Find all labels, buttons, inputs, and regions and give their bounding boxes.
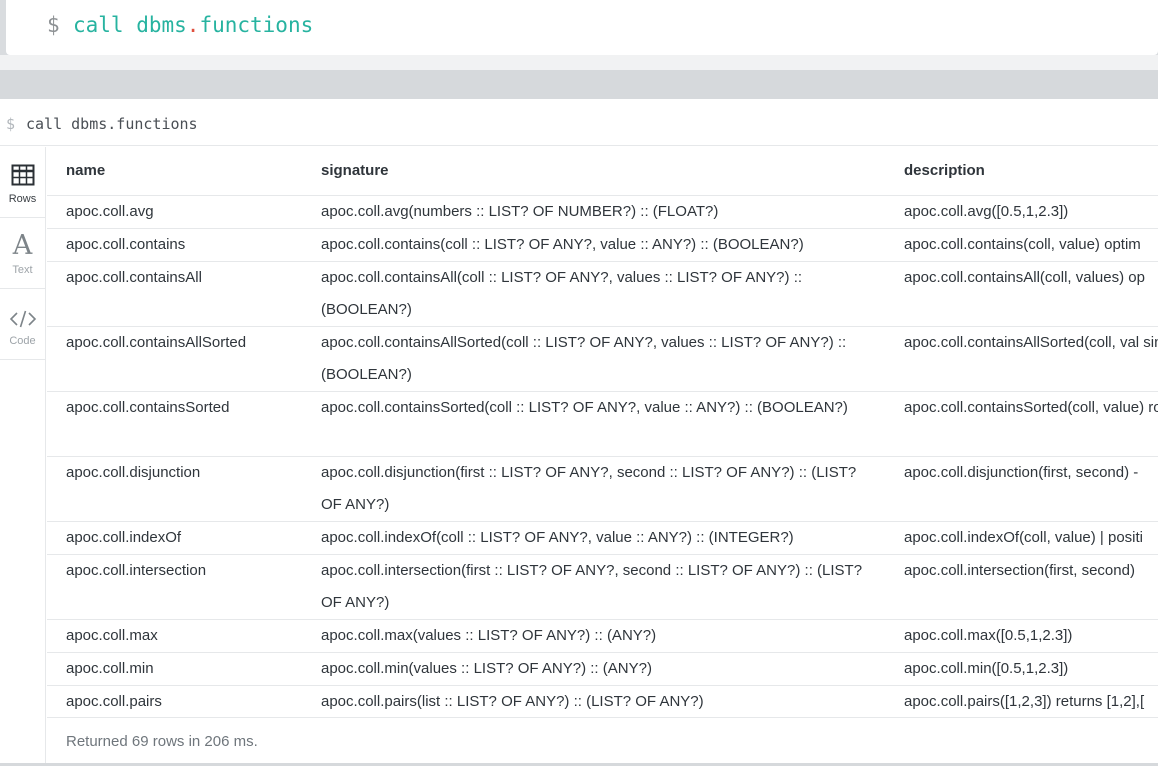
cell-signature: apoc.coll.containsAll(coll :: LIST? OF A… [302, 261, 885, 327]
table-row: apoc.coll.min apoc.coll.min(values :: LI… [47, 652, 1158, 686]
view-sidebar: Rows A Text Code [0, 147, 46, 766]
table-row: apoc.coll.contains apoc.coll.contains(co… [47, 228, 1158, 262]
results-table-container[interactable]: name signature description apoc.coll.avg… [47, 147, 1158, 717]
cell-signature: apoc.coll.containsSorted(coll :: LIST? O… [302, 391, 885, 457]
editor-command-dot: . [186, 13, 200, 37]
cell-signature: apoc.coll.min(values :: LIST? OF ANY?) :… [302, 652, 885, 686]
cell-name: apoc.coll.disjunction [47, 456, 302, 522]
table-row: apoc.coll.pairs apoc.coll.pairs(list :: … [47, 685, 1158, 717]
tab-text-label: Text [12, 264, 33, 276]
editor-command[interactable]: call dbms.functions [73, 13, 313, 37]
cell-description: apoc.coll.disjunction(first, second) - [885, 456, 1158, 522]
table-row: apoc.coll.disjunction apoc.coll.disjunct… [47, 456, 1158, 522]
table-row: apoc.coll.containsAllSorted apoc.coll.co… [47, 326, 1158, 392]
cell-description: apoc.coll.max([0.5,1,2.3]) [885, 619, 1158, 653]
table-header-row: name signature description [47, 147, 1158, 196]
table-row: apoc.coll.indexOf apoc.coll.indexOf(coll… [47, 521, 1158, 555]
frame-header[interactable]: $ call dbms.functions [0, 99, 1158, 146]
editor-command-prefix: call dbms [73, 13, 187, 37]
text-icon: A [12, 230, 33, 261]
cell-name: apoc.coll.indexOf [47, 521, 302, 555]
cell-name: apoc.coll.pairs [47, 685, 302, 717]
result-summary: Returned 69 rows in 206 ms. [47, 717, 1158, 764]
column-header-name: name [47, 147, 302, 196]
cell-description: apoc.coll.min([0.5,1,2.3]) [885, 652, 1158, 686]
cell-signature: apoc.coll.indexOf(coll :: LIST? OF ANY?,… [302, 521, 885, 555]
tab-text[interactable]: A Text [0, 218, 45, 289]
cell-signature: apoc.coll.containsAllSorted(coll :: LIST… [302, 326, 885, 392]
cell-name: apoc.coll.intersection [47, 554, 302, 620]
cell-description: apoc.coll.intersection(first, second) [885, 554, 1158, 620]
table-icon [0, 164, 45, 191]
result-frame: $ call dbms.functions Rows A Text Code n… [0, 99, 1158, 766]
cell-name: apoc.coll.contains [47, 228, 302, 262]
code-icon [0, 309, 45, 334]
cell-name: apoc.coll.containsAllSorted [47, 326, 302, 392]
tab-code[interactable]: Code [0, 289, 45, 360]
cell-signature: apoc.coll.pairs(list :: LIST? OF ANY?) :… [302, 685, 885, 717]
cell-signature: apoc.coll.intersection(first :: LIST? OF… [302, 554, 885, 620]
results-table: name signature description apoc.coll.avg… [47, 147, 1158, 717]
editor-command-suffix: functions [199, 13, 314, 37]
cell-signature: apoc.coll.contains(coll :: LIST? OF ANY?… [302, 228, 885, 262]
result-summary-text: Returned 69 rows in 206 ms. [66, 733, 258, 750]
cell-description: apoc.coll.pairs([1,2,3]) returns [1,2],[ [885, 685, 1158, 717]
tab-rows[interactable]: Rows [0, 147, 45, 218]
table-row: apoc.coll.containsAll apoc.coll.contains… [47, 261, 1158, 327]
table-row: apoc.coll.containsSorted apoc.coll.conta… [47, 391, 1158, 457]
table-row: apoc.coll.avg apoc.coll.avg(numbers :: L… [47, 195, 1158, 229]
cell-name: apoc.coll.containsSorted [47, 391, 302, 457]
tab-code-label: Code [9, 335, 36, 347]
query-editor[interactable]: $ call dbms.functions [6, 0, 1158, 55]
column-header-signature: signature [302, 147, 885, 196]
table-row: apoc.coll.max apoc.coll.max(values :: LI… [47, 619, 1158, 653]
cell-description: apoc.coll.indexOf(coll, value) | positi [885, 521, 1158, 555]
cell-description: apoc.coll.contains(coll, value) optim [885, 228, 1158, 262]
frame-prompt: $ [6, 115, 16, 133]
column-header-description: description [885, 147, 1158, 196]
cell-signature: apoc.coll.max(values :: LIST? OF ANY?) :… [302, 619, 885, 653]
cell-description: apoc.coll.containsAllSorted(coll, val si… [885, 326, 1158, 392]
editor-shadow [0, 55, 1158, 70]
tab-rows-label: Rows [8, 193, 37, 205]
table-row: apoc.coll.intersection apoc.coll.interse… [47, 554, 1158, 620]
stream-gap [0, 70, 1158, 99]
cell-description: apoc.coll.containsAll(coll, values) op [885, 261, 1158, 327]
cell-signature: apoc.coll.avg(numbers :: LIST? OF NUMBER… [302, 195, 885, 229]
cell-description: apoc.coll.containsSorted(coll, value) ro… [885, 391, 1158, 457]
cell-name: apoc.coll.max [47, 619, 302, 653]
frame-command[interactable]: call dbms.functions [26, 115, 198, 133]
cell-signature: apoc.coll.disjunction(first :: LIST? OF … [302, 456, 885, 522]
cell-name: apoc.coll.min [47, 652, 302, 686]
cell-description: apoc.coll.avg([0.5,1,2.3]) [885, 195, 1158, 229]
editor-prompt: $ [47, 13, 60, 37]
cell-name: apoc.coll.avg [47, 195, 302, 229]
cell-name: apoc.coll.containsAll [47, 261, 302, 327]
